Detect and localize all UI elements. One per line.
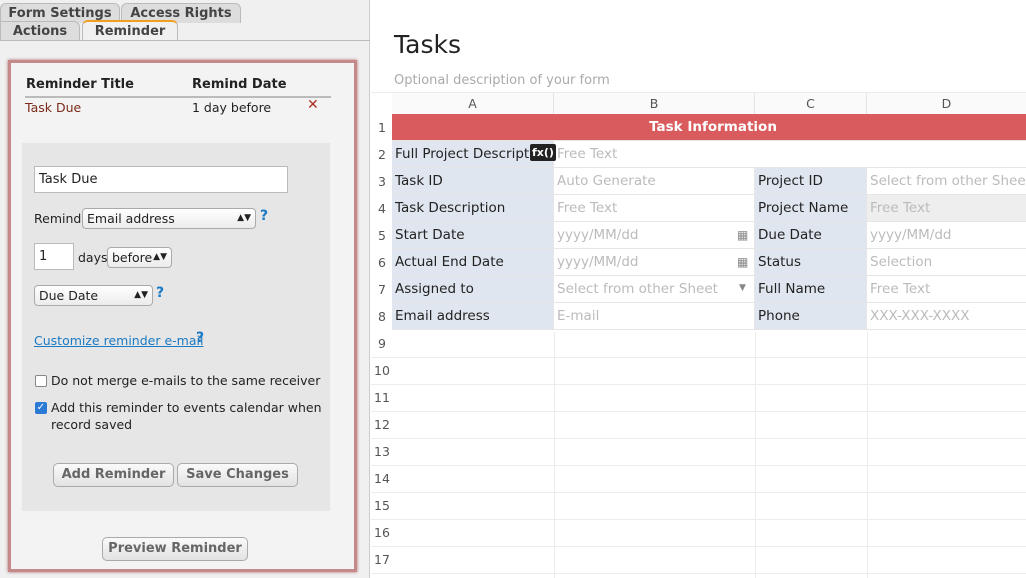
column-header-c[interactable]: C — [755, 93, 867, 114]
divider — [554, 332, 555, 578]
tab-actions[interactable]: Actions — [0, 21, 80, 41]
field-label[interactable]: Project Name — [755, 195, 867, 222]
grid-line — [371, 438, 1026, 439]
row-header[interactable]: 15 — [372, 492, 392, 519]
remind-select[interactable]: Email address ▲▼ — [82, 208, 256, 229]
calendar-icon[interactable]: ▦ — [737, 255, 748, 269]
add-calendar-checkbox[interactable]: ✓ — [35, 402, 47, 414]
field-input[interactable]: Free Text — [554, 195, 755, 222]
grid-line — [371, 357, 1026, 358]
field-input[interactable]: yyyy/MM/dd — [554, 222, 755, 249]
reminder-panel: Reminder Title Remind Date Task Due 1 da… — [8, 60, 357, 572]
field-label[interactable]: Actual End Date — [392, 249, 554, 276]
grid-line — [371, 411, 1026, 412]
tab-reminder[interactable]: Reminder — [82, 20, 178, 41]
grid-line — [371, 384, 1026, 385]
help-icon[interactable]: ? — [260, 208, 268, 224]
divider — [755, 332, 756, 578]
settings-panel: Form Settings Access Rights Actions Remi… — [0, 0, 370, 578]
reminder-form: Task Due Remind Email address ▲▼ ? 1 days… — [22, 143, 330, 511]
row-header[interactable]: 3 — [372, 168, 392, 195]
no-merge-label: Do not merge e-mails to the same receive… — [51, 373, 321, 388]
field-label[interactable]: Phone — [755, 303, 867, 330]
field-input[interactable]: yyyy/MM/dd — [867, 222, 1026, 249]
row-header[interactable]: 9 — [372, 330, 392, 357]
row-header[interactable]: 16 — [372, 519, 392, 546]
field-input[interactable]: XXX-XXX-XXXX — [867, 303, 1026, 330]
grid-line — [371, 519, 1026, 520]
reminder-title[interactable]: Task Due — [25, 100, 81, 115]
date-field-select[interactable]: Due Date ▲▼ — [34, 285, 153, 306]
col-reminder-title: Reminder Title — [26, 77, 134, 92]
grid-line — [371, 492, 1026, 493]
section-header[interactable]: Task Information — [392, 114, 1026, 141]
save-changes-button[interactable]: Save Changes — [177, 463, 298, 487]
help-icon[interactable]: ? — [196, 330, 204, 346]
add-reminder-button[interactable]: Add Reminder — [53, 463, 174, 487]
col-remind-date: Remind Date — [192, 77, 287, 92]
row-header[interactable]: 4 — [372, 195, 392, 222]
field-input[interactable]: Selection — [867, 249, 1026, 276]
days-input[interactable]: 1 — [34, 243, 74, 270]
dropdown-arrow-icon[interactable]: ▼ — [739, 283, 746, 293]
field-input[interactable]: Select from other Sheet — [554, 276, 755, 303]
row-header[interactable]: 6 — [372, 249, 392, 276]
row-header[interactable]: 14 — [372, 465, 392, 492]
field-input[interactable]: Free Text — [867, 276, 1026, 303]
formula-badge[interactable]: fx() — [530, 144, 556, 161]
select-arrow-icon: ▲▼ — [153, 252, 167, 262]
select-arrow-icon: ▲▼ — [237, 213, 251, 223]
field-label[interactable]: Start Date — [392, 222, 554, 249]
preview-reminder-button[interactable]: Preview Reminder — [102, 537, 248, 561]
column-header-d[interactable]: D — [867, 93, 1026, 114]
grid-line — [371, 546, 1026, 547]
row-header[interactable]: 7 — [372, 276, 392, 303]
field-label[interactable]: Task Description — [392, 195, 554, 222]
field-input[interactable]: Free Text — [867, 195, 1026, 222]
add-calendar-label: Add this reminder to events calendar whe… — [51, 400, 322, 432]
field-input[interactable]: Select from other Sheet — [867, 168, 1026, 195]
divider — [25, 96, 331, 98]
row-header[interactable]: 8 — [372, 303, 392, 330]
calendar-icon[interactable]: ▦ — [737, 228, 748, 242]
customize-email-link[interactable]: Customize reminder e-mail — [34, 333, 203, 348]
grid-line — [371, 573, 1026, 574]
help-icon[interactable]: ? — [156, 285, 164, 301]
page-title[interactable]: Tasks — [394, 30, 461, 59]
select-arrow-icon: ▲▼ — [134, 290, 148, 300]
divider — [867, 332, 868, 578]
field-input[interactable]: Free Text — [554, 141, 1026, 168]
field-input[interactable]: Auto Generate — [554, 168, 755, 195]
column-header-b[interactable]: B — [554, 93, 755, 114]
grid-line — [371, 465, 1026, 466]
field-input[interactable]: yyyy/MM/dd — [554, 249, 755, 276]
divider — [0, 40, 370, 41]
field-label[interactable]: Full Name — [755, 276, 867, 303]
days-label: days — [78, 250, 108, 265]
reminder-title-input[interactable]: Task Due — [34, 166, 288, 193]
field-label[interactable]: Task ID — [392, 168, 554, 195]
field-label[interactable]: Project ID — [755, 168, 867, 195]
field-label[interactable]: Email address — [392, 303, 554, 330]
field-input[interactable]: E-mail — [554, 303, 755, 330]
reminder-date: 1 day before — [192, 100, 272, 115]
row-header[interactable]: 11 — [372, 384, 392, 411]
row-header[interactable]: 12 — [372, 411, 392, 438]
delete-icon[interactable]: ✕ — [307, 97, 319, 113]
row-header[interactable]: 10 — [372, 357, 392, 384]
form-sheet: Tasks Optional description of your form … — [371, 0, 1026, 578]
row-header[interactable]: 1 — [372, 114, 392, 141]
row-header[interactable]: 13 — [372, 438, 392, 465]
row-header[interactable]: 2 — [372, 141, 392, 168]
column-header-a[interactable]: A — [392, 93, 554, 114]
no-merge-checkbox[interactable] — [35, 375, 47, 387]
form-description[interactable]: Optional description of your form — [394, 73, 610, 88]
field-label[interactable]: Due Date — [755, 222, 867, 249]
before-select[interactable]: before ▲▼ — [107, 247, 172, 268]
row-header[interactable]: 5 — [372, 222, 392, 249]
field-label[interactable]: Status — [755, 249, 867, 276]
row-header[interactable]: 17 — [372, 546, 392, 573]
field-label[interactable]: Assigned to — [392, 276, 554, 303]
remind-label: Remind — [34, 211, 82, 226]
